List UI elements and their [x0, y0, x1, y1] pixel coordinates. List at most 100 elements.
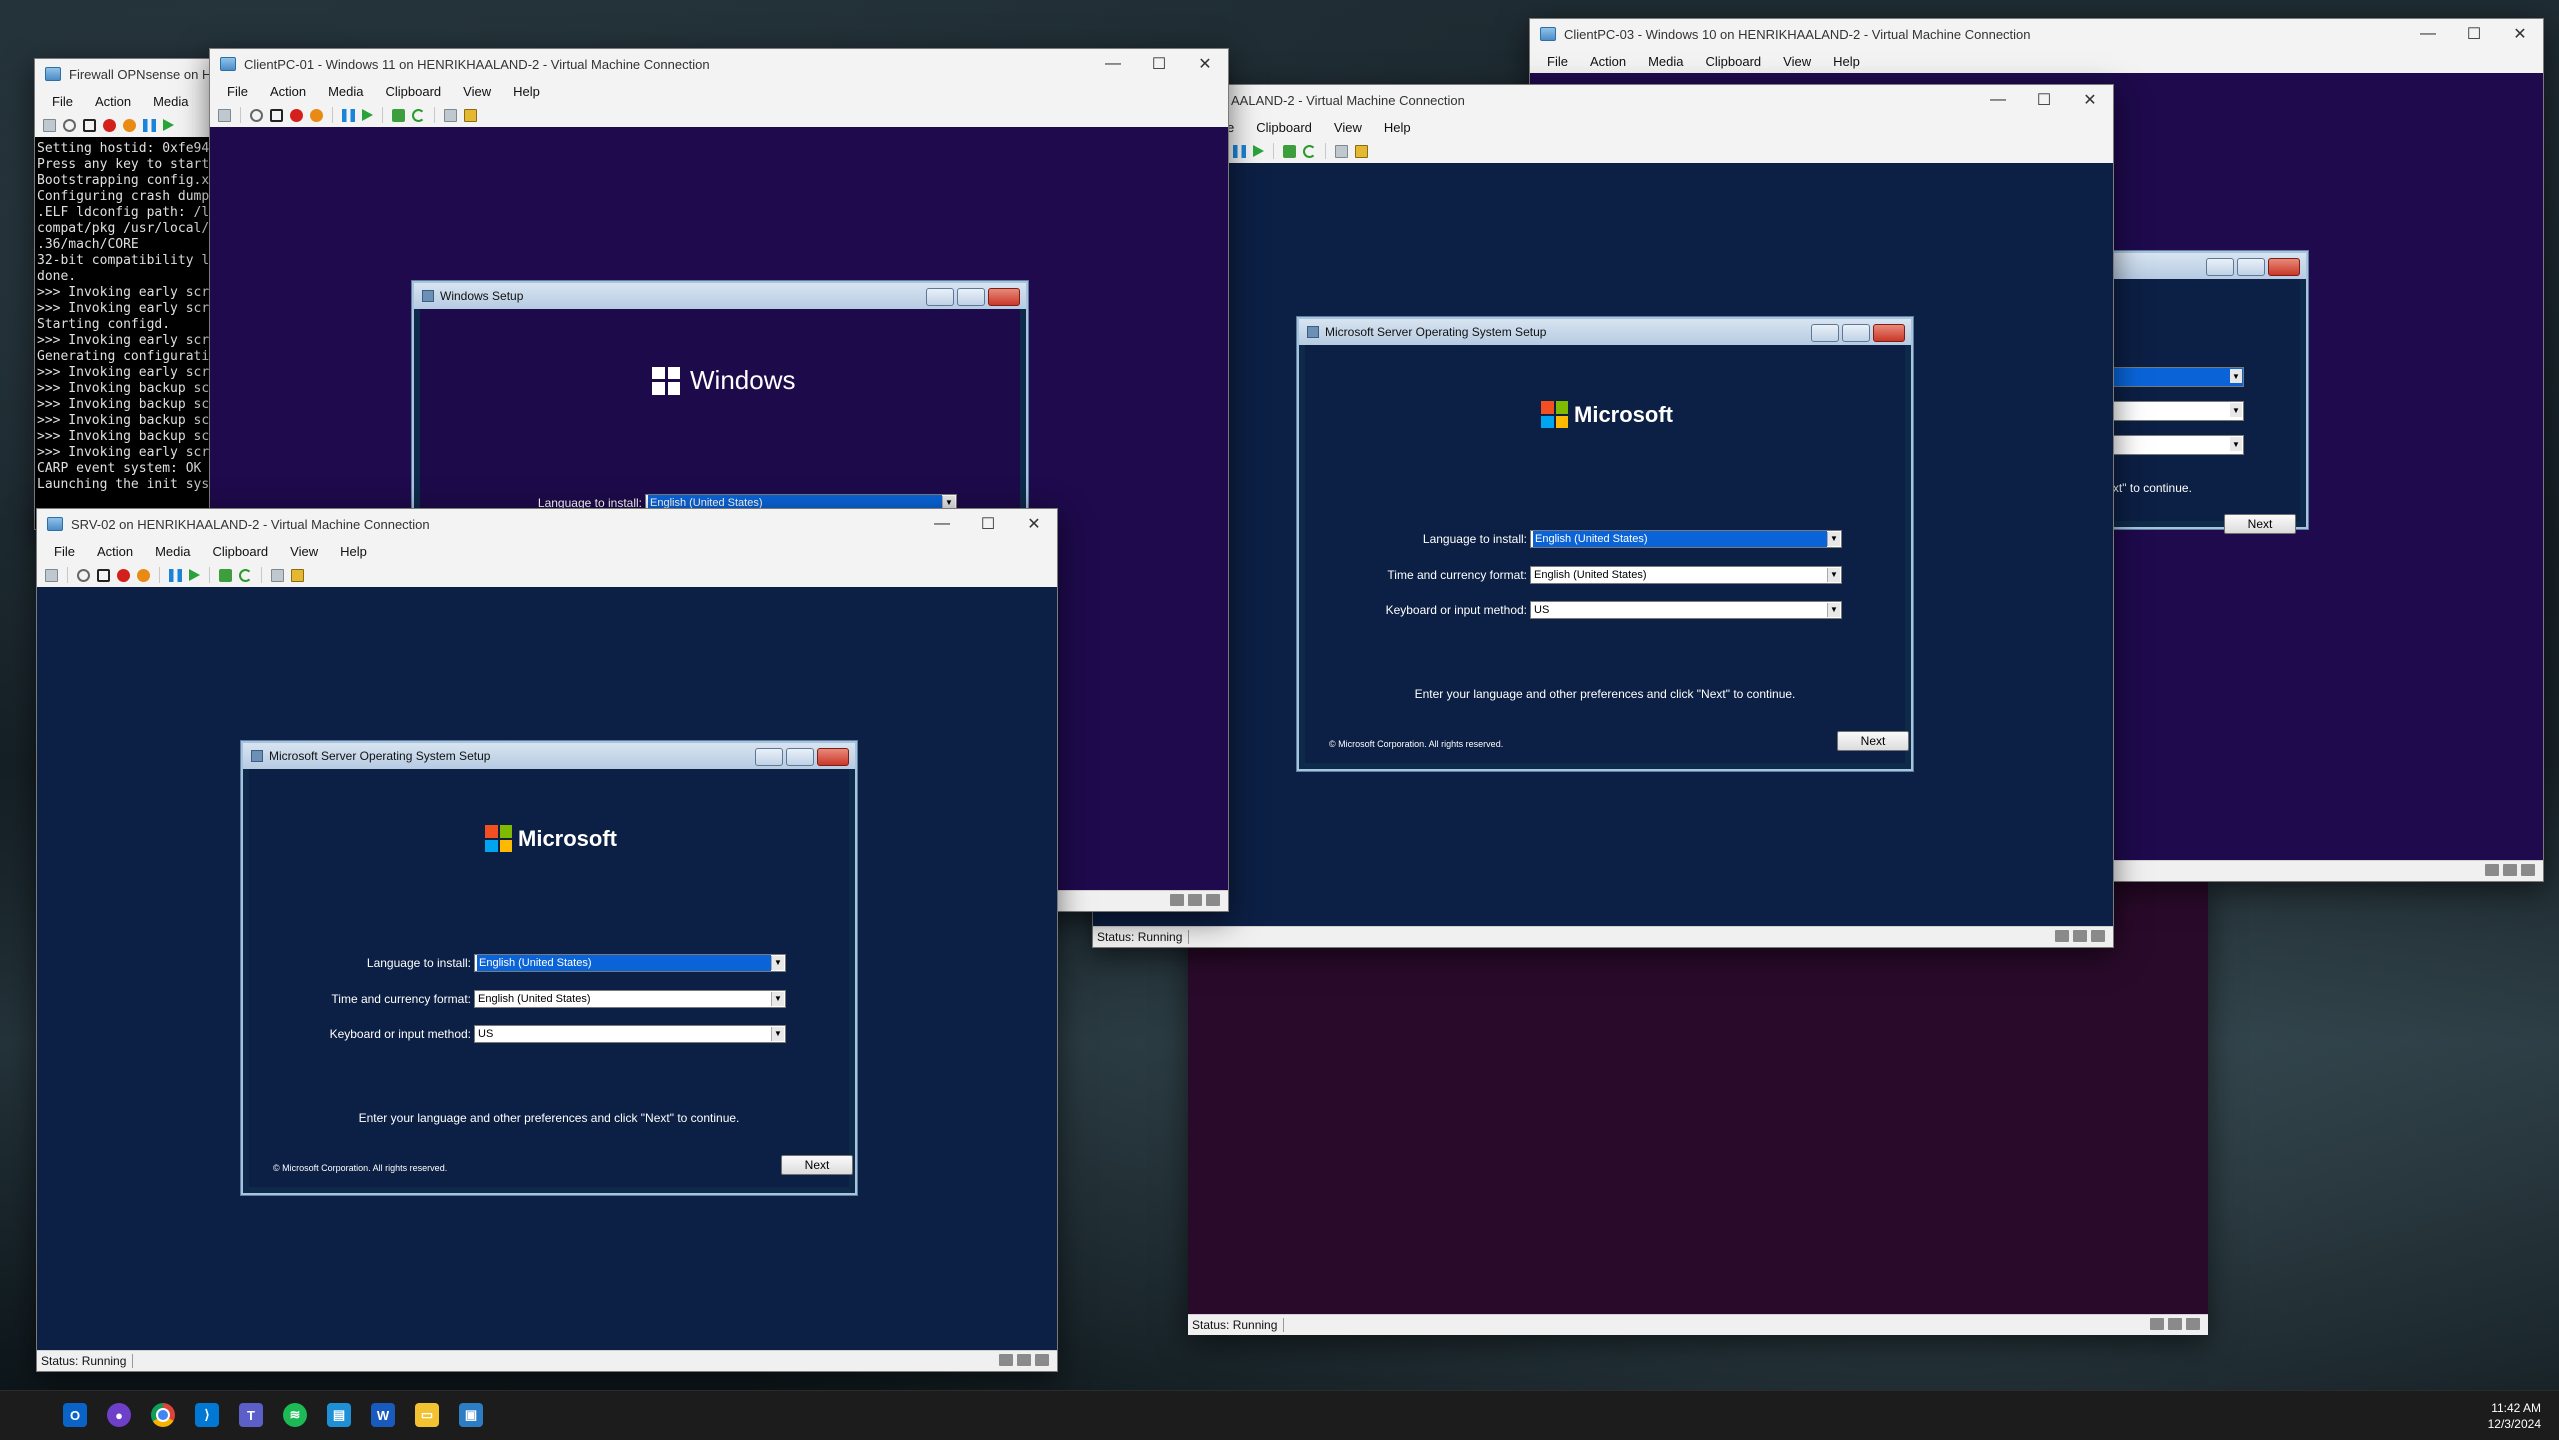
pause-icon[interactable] — [169, 568, 182, 582]
menu-file[interactable]: File — [41, 94, 84, 109]
minimize-icon[interactable]: — — [2405, 19, 2451, 49]
revert-icon[interactable] — [1303, 144, 1316, 158]
resume-icon[interactable] — [362, 109, 373, 121]
revert-icon[interactable] — [412, 108, 425, 122]
dialog-close-icon[interactable] — [988, 288, 1020, 306]
menu-clipboard[interactable]: Clipboard — [202, 544, 280, 559]
checkpoint-icon[interactable] — [1283, 144, 1296, 158]
teams-icon[interactable]: T — [239, 1403, 263, 1427]
share-icon[interactable] — [1355, 144, 1368, 158]
dialog-close-icon[interactable] — [817, 748, 849, 766]
ctrl-alt-del-icon[interactable] — [45, 568, 58, 582]
start-icon[interactable] — [77, 568, 90, 582]
save-icon[interactable] — [310, 108, 323, 122]
share-icon[interactable] — [464, 108, 477, 122]
shutdown-icon[interactable] — [103, 118, 116, 132]
dialog-minimize-icon[interactable] — [1811, 324, 1839, 342]
pause-icon[interactable] — [342, 108, 355, 122]
keyboard-combo[interactable]: US ▼ — [474, 1025, 786, 1043]
menu-file[interactable]: File — [1536, 54, 1579, 69]
menu-view[interactable]: View — [1772, 54, 1822, 69]
menu-clipboard[interactable]: Clipboard — [1245, 120, 1323, 135]
close-icon[interactable]: ✕ — [2067, 85, 2113, 115]
minimize-icon[interactable]: — — [1975, 85, 2021, 115]
time-format-combo[interactable]: English (United States) ▼ — [1530, 566, 1842, 584]
close-icon[interactable]: ✕ — [1011, 509, 1057, 539]
menu-media-partial[interactable]: e — [1227, 120, 1245, 135]
dialog-minimize-icon[interactable] — [2206, 258, 2234, 276]
pause-icon[interactable] — [143, 118, 156, 132]
vm-screen[interactable]: Microsoft Server Operating System Setup … — [1093, 163, 2113, 927]
dialog-close-icon[interactable] — [2268, 258, 2300, 276]
maximize-icon[interactable]: ☐ — [1136, 49, 1182, 79]
start-icon[interactable] — [250, 108, 263, 122]
resume-icon[interactable] — [1253, 145, 1264, 157]
resume-icon[interactable] — [163, 119, 174, 131]
resume-icon[interactable] — [189, 569, 200, 581]
close-icon[interactable]: ✕ — [2497, 19, 2543, 49]
shutdown-icon[interactable] — [117, 568, 130, 582]
menu-help[interactable]: Help — [502, 84, 551, 99]
dialog-close-icon[interactable] — [1873, 324, 1905, 342]
keyboard-combo[interactable]: US ▼ — [1530, 601, 1842, 619]
menu-media[interactable]: Media — [317, 84, 374, 99]
hyperv-icon[interactable]: ▣ — [459, 1403, 483, 1427]
checkpoint-icon[interactable] — [219, 568, 232, 582]
menu-view[interactable]: View — [279, 544, 329, 559]
dialog-maximize-icon[interactable] — [2237, 258, 2265, 276]
menu-file[interactable]: File — [216, 84, 259, 99]
close-icon[interactable]: ✕ — [1182, 49, 1228, 79]
menu-action[interactable]: Action — [1579, 54, 1637, 69]
menu-help[interactable]: Help — [1373, 120, 1422, 135]
language-combo[interactable]: English (United States) ▼ — [1530, 530, 1842, 548]
time-format-combo[interactable]: English (United States) ▼ — [474, 990, 786, 1008]
dialog-maximize-icon[interactable] — [786, 748, 814, 766]
revert-icon[interactable] — [239, 568, 252, 582]
language-combo[interactable]: English (United States) ▼ — [474, 954, 786, 972]
github-icon[interactable]: ● — [107, 1403, 131, 1427]
share-icon[interactable] — [291, 568, 304, 582]
menu-media[interactable]: Media — [144, 544, 201, 559]
menu-clipboard[interactable]: Clipboard — [375, 84, 453, 99]
spotify-icon[interactable]: ≋ — [283, 1403, 307, 1427]
menu-clipboard[interactable]: Clipboard — [1695, 54, 1773, 69]
title-bar[interactable]: AALAND-2 - Virtual Machine Connection — ☐… — [1093, 85, 2113, 115]
ctrl-alt-del-icon[interactable] — [218, 108, 231, 122]
dialog-minimize-icon[interactable] — [755, 748, 783, 766]
enhanced-session-icon[interactable] — [1335, 144, 1348, 158]
turn-off-icon[interactable] — [270, 108, 283, 122]
vm-screen[interactable]: Microsoft Server Operating System Setup … — [37, 587, 1057, 1351]
menu-media[interactable]: Media — [142, 94, 199, 109]
menu-view[interactable]: View — [452, 84, 502, 99]
next-button[interactable]: Next — [1837, 731, 1909, 751]
word-icon[interactable]: W — [371, 1403, 395, 1427]
dialog-maximize-icon[interactable] — [957, 288, 985, 306]
start-icon[interactable] — [63, 118, 76, 132]
start-icon[interactable] — [20, 1403, 44, 1427]
vm-window-server[interactable]: AALAND-2 - Virtual Machine Connection — ☐… — [1092, 84, 2114, 948]
save-icon[interactable] — [123, 118, 136, 132]
title-bar[interactable]: ClientPC-01 - Windows 11 on HENRIKHAALAN… — [210, 49, 1228, 79]
maximize-icon[interactable]: ☐ — [2021, 85, 2067, 115]
menu-action[interactable]: Action — [86, 544, 144, 559]
save-icon[interactable] — [137, 568, 150, 582]
maximize-icon[interactable]: ☐ — [2451, 19, 2497, 49]
vscode-icon[interactable]: ⟩ — [195, 1403, 219, 1427]
vm-window-srv02[interactable]: SRV-02 on HENRIKHAALAND-2 - Virtual Mach… — [36, 508, 1058, 1372]
dialog-maximize-icon[interactable] — [1842, 324, 1870, 342]
menu-help[interactable]: Help — [1822, 54, 1871, 69]
turn-off-icon[interactable] — [83, 118, 96, 132]
pause-icon[interactable] — [1233, 144, 1246, 158]
minimize-icon[interactable]: — — [1090, 49, 1136, 79]
outlook-icon[interactable]: O — [63, 1403, 87, 1427]
menu-help[interactable]: Help — [329, 544, 378, 559]
title-bar[interactable]: SRV-02 on HENRIKHAALAND-2 - Virtual Mach… — [37, 509, 1057, 539]
minimize-icon[interactable]: — — [919, 509, 965, 539]
menu-media[interactable]: Media — [1637, 54, 1694, 69]
ctrl-alt-del-icon[interactable] — [43, 118, 56, 132]
enhanced-session-icon[interactable] — [444, 108, 457, 122]
explorer-icon[interactable]: ▭ — [415, 1403, 439, 1427]
chrome-icon[interactable] — [151, 1403, 175, 1427]
menu-action[interactable]: Action — [84, 94, 142, 109]
dialog-minimize-icon[interactable] — [926, 288, 954, 306]
